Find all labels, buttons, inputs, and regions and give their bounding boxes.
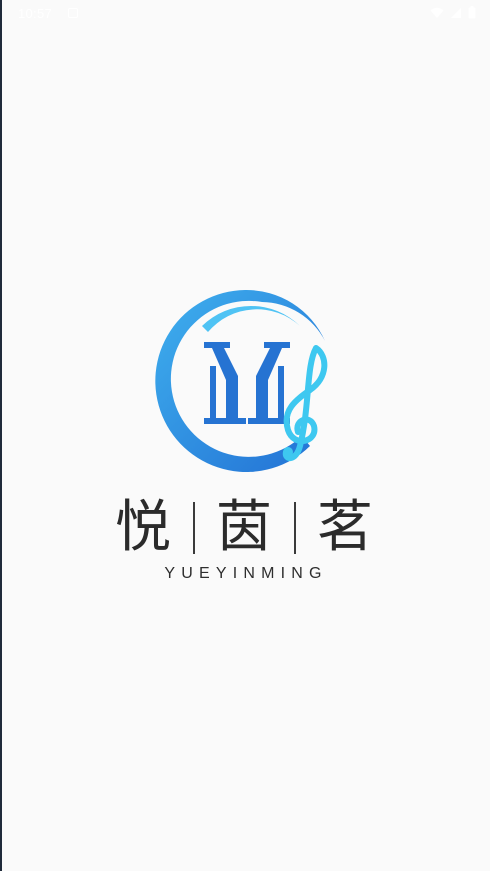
treble-clef-icon bbox=[282, 345, 328, 461]
wifi-icon bbox=[430, 7, 444, 18]
status-icons bbox=[430, 6, 476, 19]
window-edge bbox=[0, 0, 2, 871]
brand-logo bbox=[155, 289, 328, 472]
status-time: 10:57 bbox=[18, 6, 53, 21]
inner-arc bbox=[202, 305, 300, 332]
brand-name: 悦 茵 茗 bbox=[108, 494, 380, 562]
ym-monogram bbox=[204, 342, 290, 424]
status-bar: 10:57 bbox=[0, 0, 490, 28]
brand-pinyin: YUEYINMING bbox=[164, 565, 328, 582]
brand-char-3: 茗 bbox=[317, 495, 373, 560]
signal-icon bbox=[451, 7, 461, 18]
brand-char-1: 悦 bbox=[115, 495, 171, 560]
divider bbox=[293, 502, 296, 554]
brand-char-2: 茵 bbox=[216, 495, 272, 560]
battery-icon bbox=[468, 6, 476, 19]
notification-icon bbox=[68, 8, 78, 18]
divider bbox=[192, 502, 195, 554]
